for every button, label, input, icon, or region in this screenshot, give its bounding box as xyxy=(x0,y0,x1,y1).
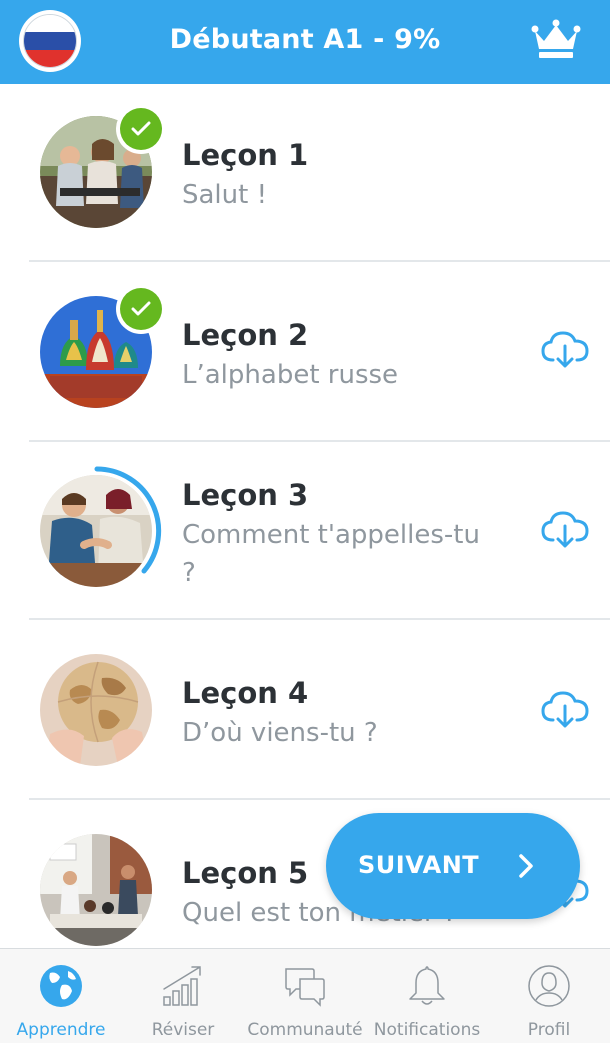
bell-icon xyxy=(409,966,445,1005)
top-bar: Débutant A1 - 9% xyxy=(0,0,610,84)
lesson-row-1[interactable]: Leçon 1 Salut ! xyxy=(0,84,610,262)
chevron-right-icon xyxy=(519,854,533,878)
tab-label: Communauté xyxy=(247,1020,363,1040)
tab-label: Réviser xyxy=(151,1020,215,1040)
tab-label: Notifications xyxy=(373,1020,481,1040)
lesson-title: Leçon 2 xyxy=(182,318,309,352)
cloud-download-icon[interactable] xyxy=(539,510,591,550)
completed-check-icon xyxy=(116,104,166,154)
progress-ring xyxy=(94,466,162,574)
bottom-tab-bar: Apprendre Réviser Communauté Notificatio… xyxy=(0,948,610,1043)
next-button-label: SUIVANT xyxy=(358,851,480,879)
divider xyxy=(29,798,610,800)
tab-communaute[interactable]: Communauté xyxy=(244,949,366,1043)
completed-check-icon xyxy=(116,284,166,334)
divider xyxy=(29,260,610,262)
profile-icon xyxy=(528,965,570,1007)
cloud-download-icon[interactable] xyxy=(539,690,591,730)
tab-notifications[interactable]: Notifications xyxy=(366,949,488,1043)
lesson-4-thumbnail xyxy=(40,654,152,766)
lesson-title: Leçon 5 xyxy=(182,856,309,890)
lesson-title: Leçon 3 xyxy=(182,478,309,512)
tab-reviser[interactable]: Réviser xyxy=(122,949,244,1043)
chat-bubbles-icon xyxy=(285,968,325,1007)
divider xyxy=(29,618,610,620)
tab-apprendre[interactable]: Apprendre xyxy=(0,949,122,1043)
lesson-title: Leçon 4 xyxy=(182,676,309,710)
crown-icon[interactable] xyxy=(531,19,581,61)
lesson-subtitle: D’où viens-tu ? xyxy=(182,718,378,748)
globe-icon xyxy=(40,965,82,1007)
cloud-download-icon[interactable] xyxy=(539,330,591,370)
lesson-subtitle: Salut ! xyxy=(182,180,268,210)
tab-label: Profil xyxy=(527,1020,571,1040)
lesson-row-2[interactable]: Leçon 2 L’alphabet russe xyxy=(0,264,610,442)
lesson-title: Leçon 1 xyxy=(182,138,309,172)
next-button[interactable]: SUIVANT xyxy=(326,813,580,919)
bar-chart-icon xyxy=(163,966,201,1006)
lesson-5-thumbnail xyxy=(40,834,152,946)
course-level-title: Débutant A1 - 9% xyxy=(169,24,441,55)
lesson-subtitle: Comment t'appelles-tu ? xyxy=(182,520,480,588)
lesson-row-3[interactable]: Leçon 3 Comment t'appelles-tu ? xyxy=(0,442,610,620)
lesson-subtitle: L’alphabet russe xyxy=(182,360,399,390)
lesson-row-4[interactable]: Leçon 4 D’où viens-tu ? xyxy=(0,622,610,800)
tab-profil[interactable]: Profil xyxy=(488,949,610,1043)
